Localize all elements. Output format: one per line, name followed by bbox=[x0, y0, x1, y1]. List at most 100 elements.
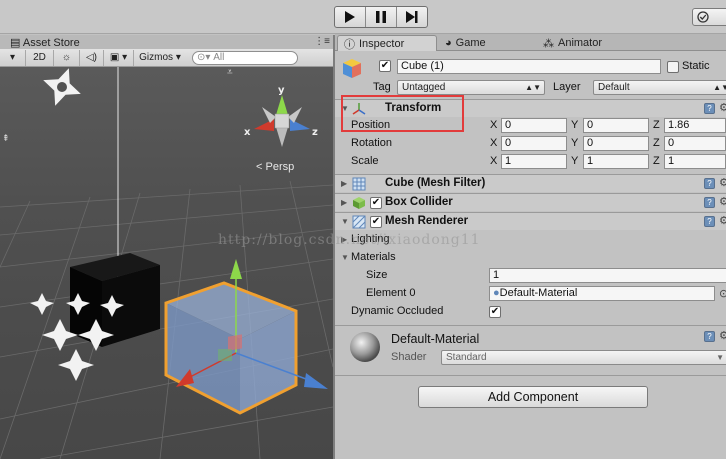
asset-store-tab-label: Asset Store bbox=[22, 37, 80, 49]
search-icon: ⊙▾ bbox=[197, 52, 211, 63]
marker-icon: ⩡ bbox=[227, 67, 233, 78]
store-icon: ▤ bbox=[10, 37, 21, 49]
axis-y-label: Y bbox=[571, 137, 579, 149]
inspector-tab-bar: ⓘ Inspector ◕ Game ⁂ Animator bbox=[335, 34, 726, 51]
layer-dropdown[interactable]: Default ▲▼ bbox=[593, 80, 726, 95]
audio-toggle[interactable]: ◁) bbox=[80, 49, 104, 66]
scale-z-field[interactable]: 1 bbox=[664, 154, 726, 169]
fold-arrow-icon: ▶ bbox=[341, 179, 348, 188]
shading-dropdown[interactable]: ▾ bbox=[0, 49, 26, 66]
object-name-value: Cube (1) bbox=[401, 60, 444, 72]
tab-inspector-label: Inspector bbox=[359, 37, 405, 50]
axis-y-label: Y bbox=[571, 119, 579, 131]
persp-toggle[interactable]: < Persp bbox=[256, 161, 294, 173]
help-icon[interactable]: ? bbox=[704, 331, 715, 342]
position-y-field[interactable]: 0 bbox=[583, 118, 649, 133]
lighting-toggle[interactable]: ☼ bbox=[54, 49, 80, 66]
element0-value: Default-Material bbox=[499, 287, 578, 299]
black-cube-object[interactable] bbox=[70, 253, 160, 347]
help-icon[interactable]: ? bbox=[704, 216, 715, 227]
scene-search-input[interactable]: ⊙▾ All bbox=[192, 50, 298, 65]
axis-z-label: Z bbox=[653, 119, 660, 131]
mesh-renderer-title: Mesh Renderer bbox=[385, 215, 469, 227]
mesh-filter-header[interactable]: ▶ Cube (Mesh Filter) ? ⚙ bbox=[335, 174, 726, 192]
collab-button[interactable] bbox=[692, 8, 726, 26]
scale-x-field[interactable]: 1 bbox=[501, 154, 567, 169]
tab-inspector[interactable]: ⓘ Inspector bbox=[337, 35, 437, 51]
box-collider-header[interactable]: ▶ ✔ Box Collider ? ⚙ bbox=[335, 193, 726, 211]
gizmos-dropdown[interactable]: Gizmos ▾ bbox=[134, 50, 186, 66]
mesh-renderer-header[interactable]: ▼ ✔ Mesh Renderer ? ⚙ bbox=[335, 212, 726, 230]
scene-canvas[interactable]: ⩡ ⇞ y x z bbox=[0, 67, 333, 459]
position-z-field[interactable]: 1.86 bbox=[664, 118, 726, 133]
help-icon[interactable]: ? bbox=[704, 178, 715, 189]
object-active-checkbox[interactable]: ✔ bbox=[379, 60, 391, 72]
tab-game[interactable]: ◕ Game bbox=[439, 35, 492, 51]
scene-viewport[interactable]: ⩡ ⇞ y x z < Persp bbox=[0, 67, 333, 459]
search-placeholder: All bbox=[213, 52, 225, 63]
scale-y-value: 1 bbox=[587, 155, 594, 167]
play-icon bbox=[345, 11, 355, 23]
pause-button[interactable] bbox=[366, 7, 397, 27]
materials-foldout[interactable]: ▼ Materials bbox=[335, 249, 726, 267]
axis-x-label: X bbox=[490, 137, 498, 149]
scale-y-field[interactable]: 1 bbox=[583, 154, 649, 169]
shader-value: Standard bbox=[446, 352, 487, 363]
scale-z-value: 1 bbox=[668, 155, 675, 167]
chevron-down-icon-2: ▲▼ bbox=[713, 83, 726, 92]
add-component-button[interactable]: Add Component bbox=[418, 386, 648, 408]
help-icon[interactable]: ? bbox=[704, 197, 715, 208]
material-name: Default-Material bbox=[391, 332, 480, 346]
layer-label: Layer bbox=[553, 81, 581, 93]
materials-size-field[interactable]: 1 bbox=[489, 268, 726, 283]
static-checkbox[interactable] bbox=[667, 61, 679, 73]
tab-animator-label: Animator bbox=[558, 37, 603, 49]
gizmo-x-label: x bbox=[244, 127, 251, 138]
size-value: 1 bbox=[493, 269, 500, 281]
object-picker-icon[interactable]: ⊙ bbox=[719, 287, 726, 300]
tab-animator[interactable]: ⁂ Animator bbox=[537, 35, 608, 51]
gear-icon[interactable]: ⚙ bbox=[719, 101, 726, 114]
position-x-value: 0 bbox=[505, 119, 512, 131]
gear-icon[interactable]: ⚙ bbox=[719, 214, 726, 227]
check-circle-icon bbox=[697, 11, 709, 23]
help-icon[interactable]: ? bbox=[704, 103, 715, 114]
rotation-y-value: 0 bbox=[587, 137, 594, 149]
asset-store-tab[interactable]: ▤ Asset Store bbox=[10, 36, 80, 49]
step-button[interactable] bbox=[397, 7, 427, 27]
gear-icon[interactable]: ⚙ bbox=[719, 176, 726, 189]
gear-icon[interactable]: ⚙ bbox=[719, 329, 726, 342]
rotation-x-value: 0 bbox=[505, 137, 512, 149]
axis-x-label: X bbox=[490, 155, 498, 167]
rotation-x-field[interactable]: 0 bbox=[501, 136, 567, 151]
shader-label: Shader bbox=[391, 351, 427, 363]
mesh-renderer-checkbox[interactable]: ✔ bbox=[370, 216, 382, 228]
chevron-down-icon: ▲▼ bbox=[525, 83, 541, 92]
shader-dropdown[interactable]: Standard ▼ bbox=[441, 350, 726, 365]
mode-2d-button[interactable]: 2D bbox=[26, 49, 54, 66]
section-divider bbox=[335, 325, 726, 326]
element0-object-field[interactable]: ●Default-Material bbox=[489, 286, 715, 301]
rotation-z-field[interactable]: 0 bbox=[664, 136, 726, 151]
scale-x-value: 1 bbox=[505, 155, 512, 167]
box-collider-checkbox[interactable]: ✔ bbox=[370, 197, 382, 209]
object-header: ✔ Cube (1) Static Tag Untagged ▲▼ Layer D… bbox=[335, 55, 726, 99]
persp-label: Persp bbox=[265, 161, 295, 173]
object-name-field[interactable]: Cube (1) bbox=[397, 59, 661, 74]
scene-tab-bar: ▤ Asset Store ⋮≡ bbox=[0, 35, 334, 49]
effects-dropdown[interactable]: ▣ ▾ bbox=[104, 49, 134, 66]
material-section: Default-Material Shader Standard ▼ ? ⚙ bbox=[335, 328, 726, 368]
dynamic-occluded-checkbox[interactable]: ✔ bbox=[489, 306, 501, 318]
dynamic-occluded-row: Dynamic Occluded ✔ bbox=[335, 303, 726, 321]
marker-icon-2: ⇞ bbox=[2, 134, 10, 144]
nodes-icon: ⁂ bbox=[543, 37, 554, 50]
gear-icon[interactable]: ⚙ bbox=[719, 195, 726, 208]
play-button[interactable] bbox=[335, 7, 366, 27]
tag-dropdown[interactable]: Untagged ▲▼ bbox=[397, 80, 545, 95]
axis-x-label: X bbox=[490, 119, 498, 131]
rotation-row: Rotation X 0 Y 0 Z 0 bbox=[335, 135, 726, 153]
tab-menu-icon[interactable]: ⋮≡ bbox=[314, 36, 330, 47]
position-x-field[interactable]: 0 bbox=[501, 118, 567, 133]
rotation-y-field[interactable]: 0 bbox=[583, 136, 649, 151]
mode-2d-label: 2D bbox=[33, 52, 46, 63]
